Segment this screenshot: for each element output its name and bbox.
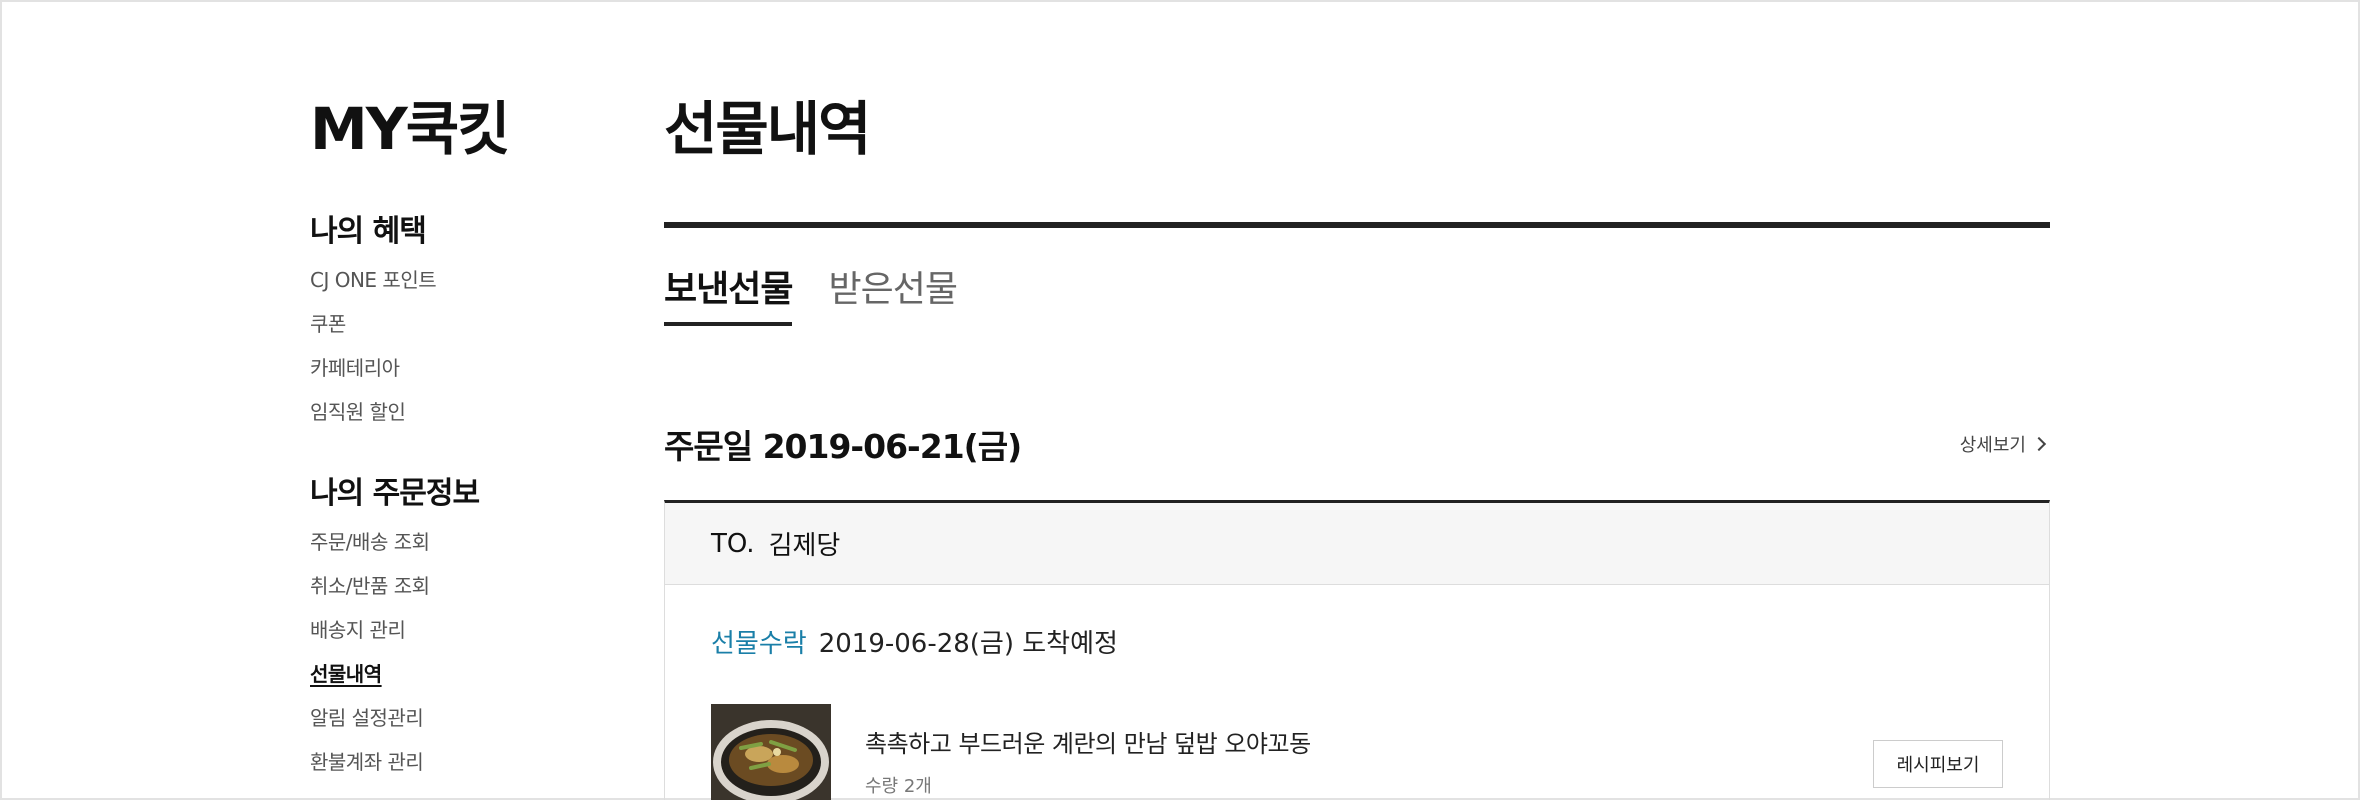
arrival-date: 2019-06-28(금) 도착예정 xyxy=(818,629,1118,659)
sidebar-item-order-delivery[interactable]: 주문/배송 조회 xyxy=(310,520,610,564)
sidebar-item-cancel-return[interactable]: 취소/반품 조회 xyxy=(310,564,610,608)
sidebar-item-refund-account[interactable]: 환불계좌 관리 xyxy=(310,740,610,784)
order-header: 주문일 2019-06-21(금) 상세보기 xyxy=(664,412,2050,476)
sidebar-item-gift-history[interactable]: 선물내역 xyxy=(310,652,610,696)
view-recipe-button[interactable]: 레시피보기 xyxy=(1873,740,2003,788)
sidebar-item-cafeteria[interactable]: 카페테리아 xyxy=(310,346,610,390)
gift-tabs: 보낸선물 받은선물 xyxy=(664,266,2050,326)
main-content: 선물내역 보낸선물 받은선물 주문일 2019-06-21(금) 상세보기 TO… xyxy=(664,88,2050,800)
page-title: 선물내역 xyxy=(664,95,871,163)
recipient-row: TO. 김제당 xyxy=(665,503,2049,585)
tab-received-gifts[interactable]: 받은선물 xyxy=(828,266,957,326)
view-detail-label: 상세보기 xyxy=(1959,435,2026,456)
order-date: 주문일 2019-06-21(금) xyxy=(664,427,1022,466)
product-quantity: 수량 2개 xyxy=(865,776,932,797)
sidebar-item-employee-discount[interactable]: 임직원 할인 xyxy=(310,390,610,434)
tab-sent-gifts[interactable]: 보낸선물 xyxy=(664,266,793,326)
order-info-group-title: 나의 주문정보 xyxy=(310,476,480,511)
sidebar-title: MY쿡킷 xyxy=(310,95,510,163)
benefits-group: 나의 혜택 CJ ONE 포인트 쿠폰 카페테리아 임직원 할인 xyxy=(310,210,610,434)
order-info-group: 나의 주문정보 주문/배송 조회 취소/반품 조회 배송지 관리 선물내역 알림… xyxy=(310,472,610,784)
view-detail-link[interactable]: 상세보기 xyxy=(1960,431,2050,457)
chevron-right-icon xyxy=(2031,436,2047,452)
sidebar-item-cj-one-point[interactable]: CJ ONE 포인트 xyxy=(310,258,610,302)
sidebar-item-coupon[interactable]: 쿠폰 xyxy=(310,302,610,346)
product-item: 촉촉하고 부드러운 계란의 만남 덮밥 오야꼬동 수량 2개 레시피보기 xyxy=(665,704,2049,800)
gift-status-badge: 선물수락 xyxy=(711,629,807,659)
sidebar: MY쿡킷 나의 혜택 CJ ONE 포인트 쿠폰 카페테리아 임직원 할인 나의… xyxy=(310,88,610,784)
sidebar-item-address-manage[interactable]: 배송지 관리 xyxy=(310,608,610,652)
order-card: TO. 김제당 선물수락 2019-06-28(금) 도착예정 촉촉하고 부드러… xyxy=(664,500,2050,800)
product-name[interactable]: 촉촉하고 부드러운 계란의 만남 덮밥 오야꼬동 xyxy=(865,724,1311,759)
food-image-icon xyxy=(711,704,831,800)
sidebar-item-notification-settings[interactable]: 알림 설정관리 xyxy=(310,696,610,740)
to-label: TO. xyxy=(711,528,755,559)
product-thumbnail[interactable] xyxy=(711,704,831,800)
title-divider xyxy=(664,222,2050,228)
delivery-status-row: 선물수락 2019-06-28(금) 도착예정 xyxy=(665,585,2049,660)
recipient-name: 김제당 xyxy=(768,531,841,561)
benefits-group-title: 나의 혜택 xyxy=(310,214,427,249)
